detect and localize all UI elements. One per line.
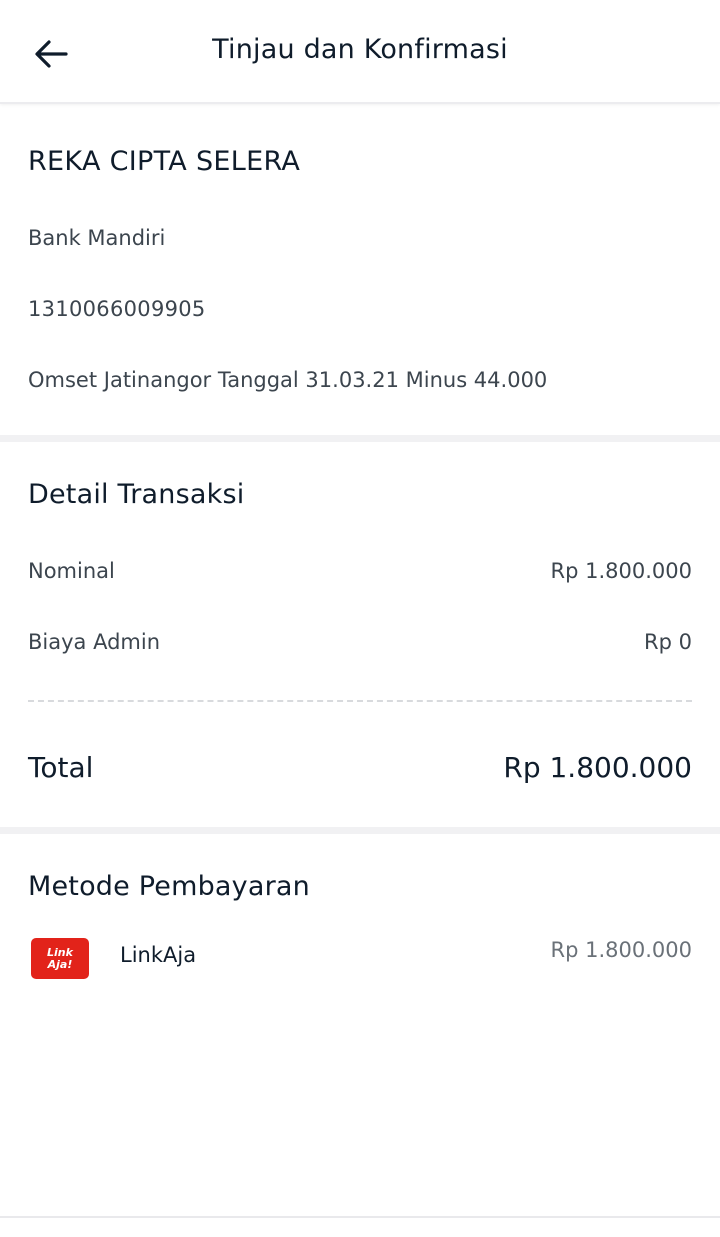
payment-method-title: Metode Pembayaran (28, 871, 310, 902)
recipient-bank: Bank Mandiri (28, 226, 166, 250)
total-label: Total (28, 751, 94, 784)
admin-fee-label: Biaya Admin (28, 630, 161, 654)
logo-text-line2: Aja! (47, 958, 73, 971)
recipient-name: REKA CIPTA SELERA (28, 146, 301, 177)
total-value: Rp 1.800.000 (503, 751, 692, 784)
transfer-note: Omset Jatinangor Tanggal 31.03.21 Minus … (28, 368, 548, 392)
linkaja-logo-mark: Link Aja! (47, 946, 74, 971)
section-divider (0, 827, 720, 834)
nominal-value: Rp 1.800.000 (550, 559, 692, 583)
nominal-label: Nominal (28, 559, 115, 583)
page-title: Tinjau dan Konfirmasi (212, 34, 508, 65)
bottom-divider (0, 1216, 720, 1218)
dashed-divider (28, 700, 692, 702)
review-confirm-screen: Tinjau dan Konfirmasi REKA CIPTA SELERA … (0, 0, 720, 1237)
payment-method-name: LinkAja (120, 943, 197, 967)
admin-fee-value: Rp 0 (644, 630, 692, 654)
transaction-detail-title: Detail Transaksi (28, 479, 245, 510)
top-app-bar: Tinjau dan Konfirmasi (0, 0, 720, 104)
linkaja-logo: Link Aja! (31, 938, 89, 979)
section-divider (0, 435, 720, 442)
payment-method-amount: Rp 1.800.000 (550, 938, 692, 962)
recipient-account-number: 1310066009905 (28, 297, 206, 321)
